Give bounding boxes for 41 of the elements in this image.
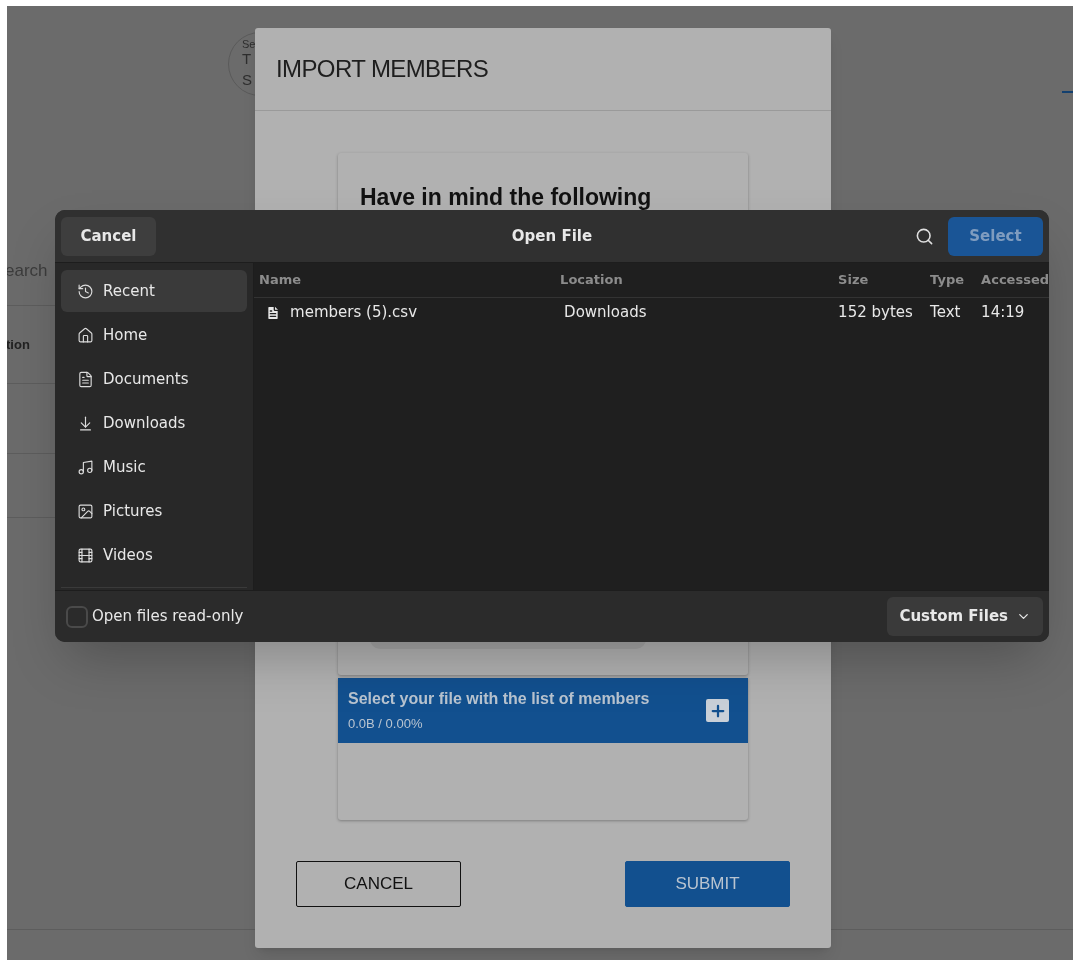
sidebar-item[interactable]: Home xyxy=(61,314,248,356)
column-header[interactable]: Name xyxy=(254,270,556,290)
add-file-icon[interactable] xyxy=(706,699,729,722)
file-accessed: 14:19 xyxy=(980,302,1026,324)
column-header[interactable]: Size xyxy=(833,270,926,290)
column-header[interactable]: Location xyxy=(555,270,834,290)
file-type-dropdown[interactable]: Custom Files xyxy=(887,597,1043,636)
upload-label: Select your file with the list of members xyxy=(348,689,650,710)
column-header[interactable]: Accessed xyxy=(976,270,1049,290)
checkbox-label: Open files read-only xyxy=(92,606,244,628)
file-location: Downloads xyxy=(563,302,648,324)
file-size: 152 bytes xyxy=(837,302,914,324)
sidebar-item[interactable]: Pictures xyxy=(61,490,248,532)
film-icon xyxy=(77,546,94,564)
cancel-button[interactable]: Cancel xyxy=(61,216,156,256)
sidebar-item[interactable]: Music xyxy=(61,446,248,488)
document-icon xyxy=(77,370,94,388)
file-type: Text xyxy=(929,302,962,324)
submit-button[interactable]: SUBMIT xyxy=(625,861,790,907)
sidebar-item[interactable]: Documents xyxy=(61,358,248,400)
column-header[interactable]: Type xyxy=(925,270,977,290)
sidebar-item[interactable]: Downloads xyxy=(61,402,248,444)
notice-heading: Have in mind the following xyxy=(360,184,652,210)
dialog-title: Open File xyxy=(511,225,593,247)
avatar-text: S xyxy=(242,72,253,87)
file-name: members (5).csv xyxy=(290,302,418,324)
house-icon xyxy=(77,326,94,344)
cancel-button[interactable]: CANCEL xyxy=(296,861,461,907)
music-note-icon xyxy=(77,458,94,476)
download-icon xyxy=(77,414,94,432)
dialog-title: IMPORT MEMBERS xyxy=(276,54,489,84)
search-icon[interactable] xyxy=(915,226,934,246)
avatar-text: Se xyxy=(242,39,257,50)
read-only-checkbox[interactable] xyxy=(66,605,88,628)
avatar-text: T xyxy=(242,51,253,66)
clock-icon xyxy=(77,282,94,300)
column-header: tion xyxy=(7,335,30,354)
sidebar-item[interactable]: Videos xyxy=(61,534,248,576)
file-row[interactable]: members (5).csv Downloads 152 bytes Text 14:19 xyxy=(254,298,1049,327)
sidebar-item[interactable]: Recent xyxy=(61,270,248,312)
image-icon xyxy=(77,502,94,520)
